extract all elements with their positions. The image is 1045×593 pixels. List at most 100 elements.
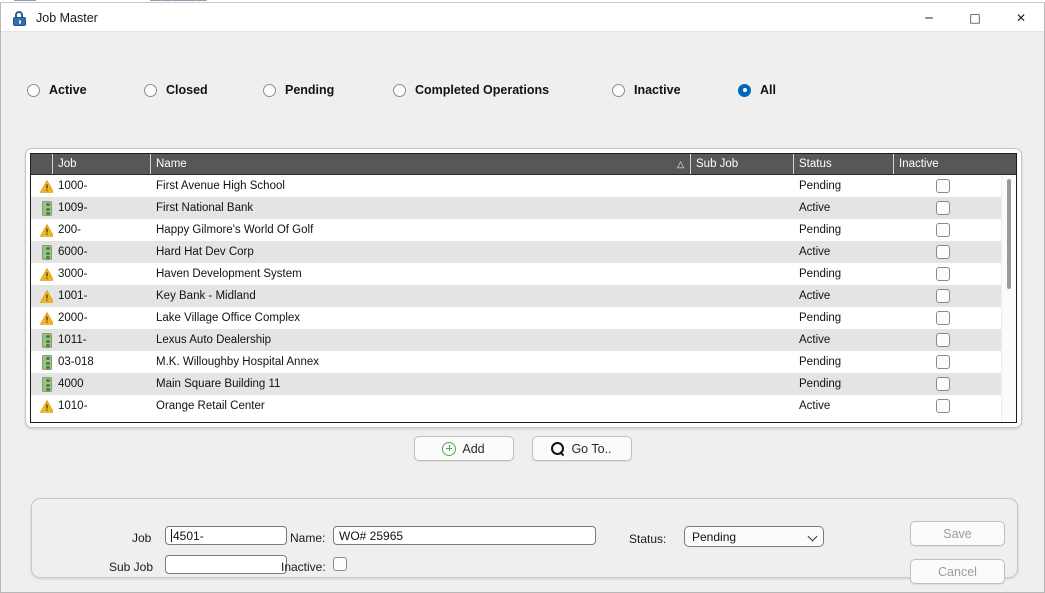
radio-all[interactable]: All [738, 77, 776, 103]
add-button-label: Add [462, 441, 485, 456]
cell-sub-job [691, 263, 794, 285]
inactive-checkbox[interactable] [333, 557, 347, 571]
radio-active[interactable]: Active [27, 77, 87, 103]
job-label: Job [132, 531, 152, 545]
titlebar: Job Master ─ □ ✕ [1, 3, 1044, 32]
radio-pending[interactable]: Pending [263, 77, 334, 103]
status-filter-group: Active Closed Pending Completed Operations I… [1, 77, 1044, 103]
cell-name: Lexus Auto Dealership [156, 334, 272, 346]
row-status-icon-cell [31, 197, 53, 219]
row-inactive-checkbox[interactable] [935, 355, 950, 369]
table-row[interactable]: 200- Happy Gilmore's World Of Golf Pending [31, 219, 1016, 241]
cell-inactive [894, 197, 991, 219]
cell-status: Pending [799, 224, 842, 236]
table-row[interactable]: 4000 Main Square Building 11 Pending [31, 373, 1016, 395]
cell-job: 1000- [58, 180, 88, 192]
chevron-down-icon [809, 533, 817, 541]
cell-job: 1001- [58, 290, 88, 302]
grid-body: 1000- First Avenue High School Pending 1009… [31, 175, 1016, 422]
column-header-job[interactable]: Job [53, 154, 151, 174]
table-row[interactable]: 1011- Lexus Auto Dealership Active [31, 329, 1016, 351]
cell-job: 6000- [58, 246, 88, 258]
row-status-icon-cell [31, 329, 53, 351]
table-row[interactable]: 6000- Hard Hat Dev Corp Active [31, 241, 1016, 263]
cell-status: Pending [799, 356, 842, 368]
signal-icon [42, 244, 52, 260]
window-title: Job Master [36, 10, 98, 25]
grid-vertical-scrollbar[interactable] [1001, 175, 1016, 422]
minimize-button[interactable]: ─ [906, 3, 952, 32]
cell-name: Orange Retail Center [156, 400, 265, 412]
radio-mark [612, 83, 625, 97]
table-row[interactable]: 1009- First National Bank Active [31, 197, 1016, 219]
row-inactive-checkbox[interactable] [935, 201, 950, 215]
row-inactive-checkbox[interactable] [935, 399, 950, 413]
radio-closed[interactable]: Closed [144, 77, 208, 103]
table-row[interactable]: 2000- Lake Village Office Complex Pending [31, 307, 1016, 329]
cell-inactive [894, 351, 991, 373]
cell-name: Main Square Building 11 [156, 378, 281, 390]
name-input-value: WO# 25965 [339, 528, 404, 543]
cell-name: Haven Development System [156, 268, 302, 280]
cell-inactive [894, 373, 991, 395]
row-inactive-checkbox[interactable] [935, 245, 950, 259]
cell-job: 3000- [58, 268, 88, 280]
sort-ascending-icon: △ [677, 158, 684, 169]
cell-sub-job [691, 395, 794, 417]
table-row[interactable]: 1000- First Avenue High School Pending [31, 175, 1016, 197]
column-header-name[interactable]: Name △ [151, 154, 691, 174]
cell-name: Key Bank - Midland [156, 290, 256, 302]
column-header-icon[interactable] [31, 154, 53, 174]
sub-job-label: Sub Job [109, 560, 154, 574]
radio-mark [393, 83, 406, 97]
job-input[interactable]: 4501- [165, 526, 287, 545]
maximize-button[interactable]: □ [952, 3, 998, 32]
name-label: Name: [290, 531, 326, 545]
cell-inactive [894, 395, 991, 417]
column-header-status[interactable]: Status [794, 154, 894, 174]
radio-label: Active [49, 83, 87, 97]
status-select[interactable]: Pending [684, 526, 824, 547]
go-to-button[interactable]: Go To.. [531, 436, 632, 461]
warning-icon [40, 223, 53, 237]
cell-job: 1009- [58, 202, 88, 214]
row-inactive-checkbox[interactable] [935, 267, 950, 281]
cell-inactive [894, 307, 991, 329]
table-row[interactable]: 1010- Orange Retail Center Active [31, 395, 1016, 417]
row-inactive-checkbox[interactable] [935, 311, 950, 325]
table-row[interactable]: 3000- Haven Development System Pending [31, 263, 1016, 285]
row-inactive-checkbox[interactable] [935, 289, 950, 303]
cell-name: Lake Village Office Complex [156, 312, 301, 324]
table-row[interactable]: 03-018 M.K. Willoughby Hospital Annex Pend… [31, 351, 1016, 373]
signal-icon [42, 200, 52, 216]
row-status-icon-cell [31, 263, 53, 285]
cell-job: 1010- [58, 400, 88, 412]
cancel-button[interactable]: Cancel [910, 559, 1005, 584]
row-inactive-checkbox[interactable] [935, 377, 950, 391]
name-input[interactable]: WO# 25965 [333, 526, 596, 545]
job-list-panel: Job Name △ Sub Job Status Inactive 1000-… [25, 148, 1022, 428]
job-master-window: Job Master ─ □ ✕ Active Closed Pending Comp… [0, 3, 1045, 593]
grid-scrollbar-thumb[interactable] [1007, 179, 1011, 289]
cell-status: Active [799, 334, 831, 346]
row-status-icon-cell [31, 241, 53, 263]
radio-mark [144, 83, 157, 97]
radio-completed-operations[interactable]: Completed Operations [393, 77, 549, 103]
cell-status: Active [799, 400, 831, 412]
warning-icon [40, 399, 53, 413]
column-header-inactive[interactable]: Inactive [894, 154, 991, 174]
table-row[interactable]: 1001- Key Bank - Midland Active [31, 285, 1016, 307]
save-button[interactable]: Save [910, 521, 1005, 546]
radio-mark [27, 83, 40, 97]
row-inactive-checkbox[interactable] [935, 333, 950, 347]
column-header-sub-job[interactable]: Sub Job [691, 154, 794, 174]
warning-icon [40, 179, 53, 193]
row-inactive-checkbox[interactable] [935, 223, 950, 237]
radio-inactive[interactable]: Inactive [612, 77, 681, 103]
add-button[interactable]: Add [413, 436, 514, 461]
close-button[interactable]: ✕ [998, 3, 1044, 32]
cell-status: Pending [799, 268, 842, 280]
radio-label: Closed [166, 83, 208, 97]
row-inactive-checkbox[interactable] [935, 179, 950, 193]
sub-job-input[interactable] [165, 555, 287, 574]
